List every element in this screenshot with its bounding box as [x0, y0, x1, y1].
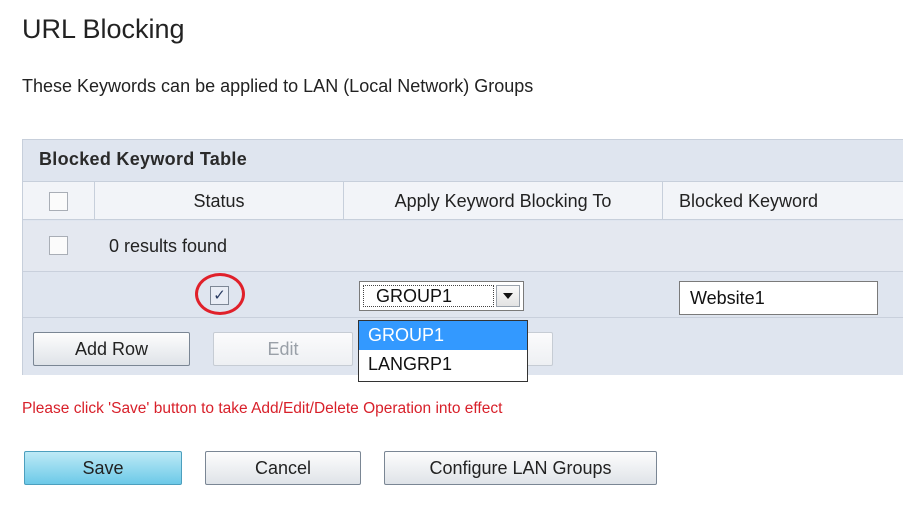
results-count: 0 results found	[109, 236, 228, 256]
cancel-button[interactable]: Cancel	[205, 451, 361, 485]
column-header-apply-to[interactable]: Apply Keyword Blocking To	[344, 182, 663, 220]
select-all-checkbox[interactable]	[49, 191, 68, 211]
table-row-edit: ✓ GROUP1 Website1	[23, 271, 903, 318]
column-header-status[interactable]: Status	[95, 182, 344, 220]
dropdown-option-group1[interactable]: GROUP1	[359, 321, 527, 350]
configure-lan-groups-button[interactable]: Configure LAN Groups	[384, 451, 657, 485]
apply-to-dropdown-list: GROUP1 LANGRP1	[358, 320, 528, 382]
blocked-keyword-input[interactable]: Website1	[679, 281, 878, 315]
chevron-down-icon[interactable]	[496, 285, 520, 307]
add-row-button[interactable]: Add Row	[33, 332, 190, 366]
save-button[interactable]: Save	[24, 451, 182, 485]
row-checkbox[interactable]	[49, 236, 68, 255]
apply-to-select[interactable]: GROUP1	[359, 281, 524, 311]
edit-button[interactable]: Edit	[213, 332, 353, 366]
table-header-row: Status Apply Keyword Blocking To Blocked…	[23, 181, 903, 220]
save-notice: Please click 'Save' button to take Add/E…	[22, 400, 503, 417]
select-all-cell	[23, 182, 95, 220]
table-title: Blocked Keyword Table	[39, 149, 248, 169]
highlight-circle	[195, 273, 245, 315]
dropdown-option-langrp1[interactable]: LANGRP1	[359, 350, 527, 379]
column-header-blocked-keyword[interactable]: Blocked Keyword	[663, 182, 903, 220]
apply-to-select-value: GROUP1	[363, 285, 494, 307]
page-title: URL Blocking	[22, 14, 185, 44]
results-row: 0 results found	[23, 221, 903, 271]
page-subtitle: These Keywords can be applied to LAN (Lo…	[22, 76, 534, 96]
url-blocking-page: URL Blocking These Keywords can be appli…	[0, 0, 903, 519]
